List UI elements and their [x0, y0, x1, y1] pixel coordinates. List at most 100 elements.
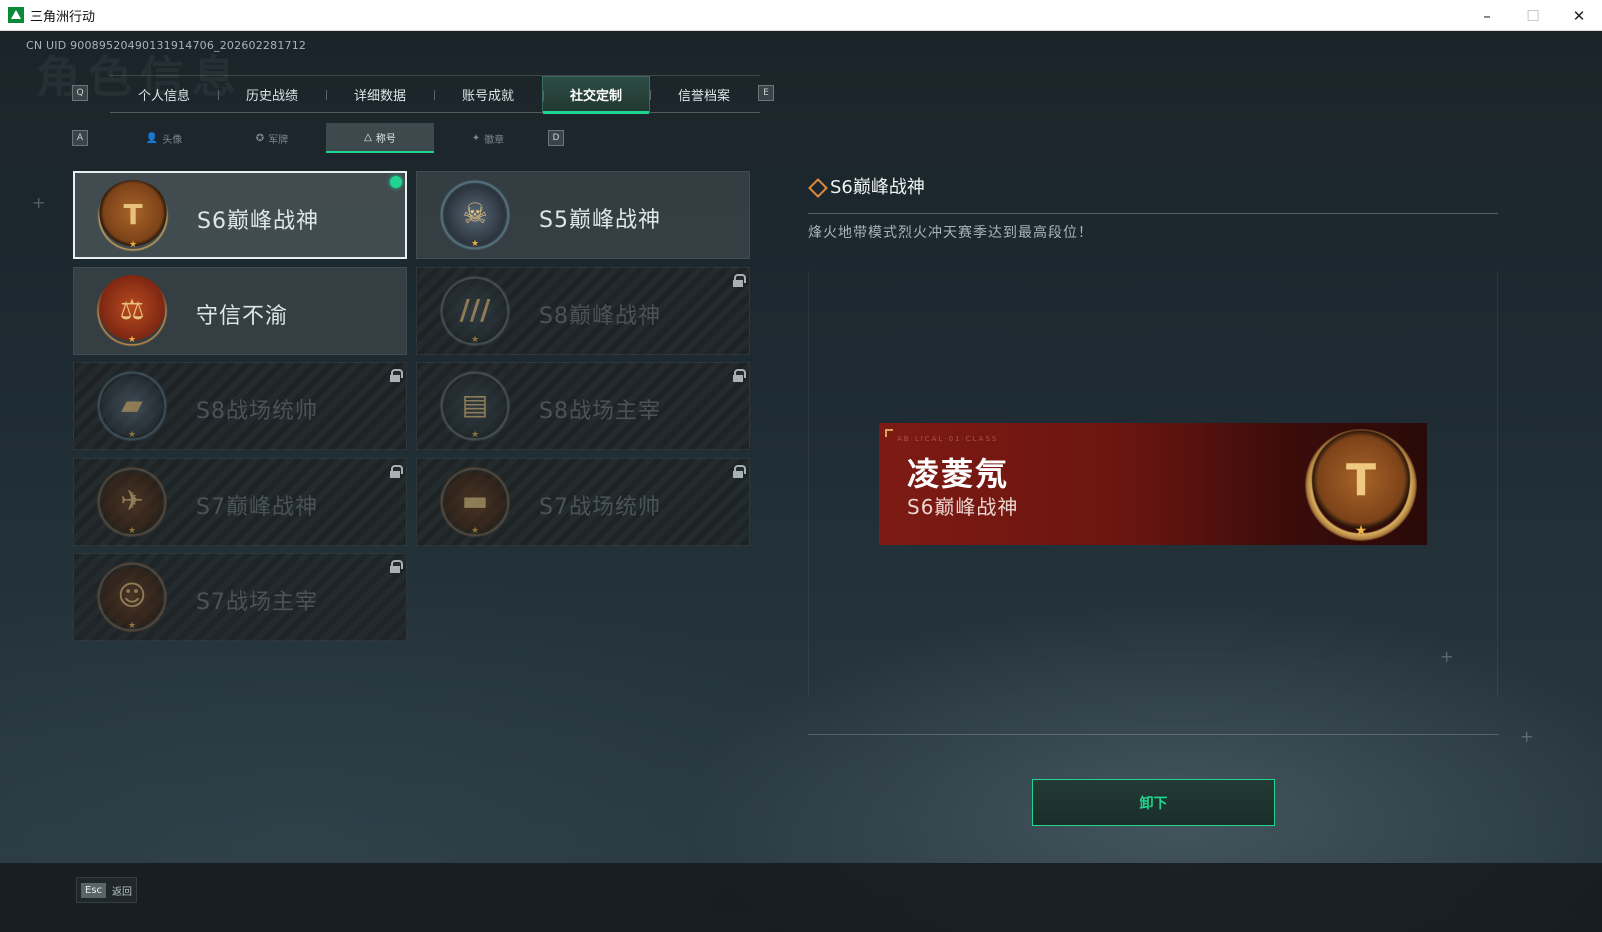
title-card[interactable]: ▬ ★ S7战场统帅 [416, 457, 750, 546]
lock-icon [733, 464, 746, 478]
subtab-1[interactable]: ✪ 军牌 [218, 123, 326, 153]
esc-key: Esc [81, 882, 107, 898]
tab-3[interactable]: 账号成就 [434, 76, 542, 113]
subtab-label: 军牌 [268, 134, 289, 146]
detail-description: 烽火地带模式烈火冲天赛季达到最高段位！ [808, 225, 1093, 241]
star-icon: ★ [470, 525, 480, 536]
badge-glyph: ▬ [461, 483, 489, 517]
lock-icon [390, 464, 403, 478]
lock-icon [733, 273, 746, 287]
tab-prev-key[interactable]: Q [72, 85, 88, 101]
maximize-button[interactable]: ☐ [1510, 0, 1556, 31]
title-card[interactable]: ▤ ★ S8战场主宰 [416, 362, 750, 450]
title-badge-icon: ⚖ ★ [96, 274, 168, 347]
lock-icon [733, 369, 746, 382]
insignia-icon: ✪ [255, 132, 265, 144]
title-label: S7战场主宰 [196, 590, 318, 615]
sub-tabs: 👤 头像 ✪ 军牌 △ 称号 ✦ 徽章 [110, 123, 542, 153]
emblem-icon: ✦ [471, 132, 481, 144]
badge-glyph: ▤ [461, 388, 489, 421]
tab-next-key[interactable]: E [758, 85, 774, 101]
title-card[interactable]: /// ★ S8巅峰战神 [416, 266, 750, 355]
lock-icon [390, 560, 403, 573]
namecard-badge-icon: T ★ [1305, 429, 1417, 541]
back-button[interactable]: Esc 返回 [76, 877, 138, 903]
badge-glyph: ☺ [117, 579, 147, 612]
subtab-next-key[interactable]: D [548, 130, 564, 146]
subtab-0[interactable]: 👤 头像 [110, 123, 218, 153]
subtab-label: 头像 [162, 134, 183, 146]
namecard-code: AB·LICAL·01·CLASS [897, 435, 999, 443]
badge-glyph: T [123, 198, 143, 231]
player-name: 凌菱氖 [907, 455, 1010, 493]
detail-header: S6巅峰战神 [808, 173, 925, 199]
title-label: S6巅峰战神 [197, 209, 319, 234]
back-label: 返回 [112, 886, 133, 898]
tab-4[interactable]: 社交定制 [542, 76, 650, 114]
subtab-3[interactable]: ✦ 徽章 [434, 123, 542, 153]
star-icon: ★ [127, 525, 137, 536]
crosshair-decoration: + [1520, 727, 1534, 746]
title-label: 守信不渝 [196, 303, 289, 329]
title-card[interactable]: T ★ S6巅峰战神 [73, 171, 407, 259]
tab-2[interactable]: 详细数据 [326, 76, 434, 113]
star-icon: ★ [470, 430, 480, 440]
crosshair-decoration: + [1440, 647, 1454, 666]
subtab-2[interactable]: △ 称号 [326, 123, 434, 153]
star-icon: ★ [470, 239, 480, 249]
star-icon: ★ [127, 621, 137, 631]
badge-glyph: ✈ [120, 483, 144, 517]
game-view: 角色信息 CN UID 9008952049013191470​6_202602… [0, 31, 1602, 932]
title-label: S8战场主宰 [539, 399, 661, 424]
star-icon: ★ [127, 430, 137, 440]
title-label: S7战场统帅 [539, 494, 661, 520]
star-icon: ★ [470, 334, 480, 345]
tab-5[interactable]: 信誉档案 [650, 76, 758, 113]
crosshair-decoration: + [32, 193, 46, 212]
badge-glyph: T [1345, 455, 1376, 506]
window-titlebar: 三角洲行动 – ☐ ✕ [0, 0, 1602, 31]
window-title: 三角洲行动 [30, 9, 96, 25]
title-card[interactable]: ☺ ★ S7战场主宰 [73, 553, 407, 641]
detail-title: S6巅峰战神 [830, 177, 925, 198]
title-card[interactable]: ▰ ★ S8战场统帅 [73, 362, 407, 450]
footer-bar [0, 863, 1602, 932]
badge-glyph: ▰ [121, 388, 143, 421]
title-badge-icon: /// ★ [439, 274, 511, 347]
title-badge-icon: ▰ ★ [96, 370, 168, 442]
title-label: S8战场统帅 [196, 399, 318, 424]
title-badge-icon: ☠ ★ [439, 179, 511, 251]
title-card[interactable]: ✈ ★ S7巅峰战神 [73, 457, 407, 546]
tab-1[interactable]: 历史战绩 [218, 76, 326, 113]
app-icon [8, 7, 24, 23]
main-tabs: 个人信息 历史战绩 详细数据 账号成就 社交定制 信誉档案 [110, 75, 760, 114]
star-icon: ★ [1354, 523, 1368, 539]
corner-mark [885, 429, 893, 437]
badge-glyph: ⚖ [119, 292, 145, 326]
title-label: S7巅峰战神 [196, 494, 318, 520]
tab-0[interactable]: 个人信息 [110, 76, 218, 113]
close-button[interactable]: ✕ [1556, 0, 1602, 31]
diamond-icon [808, 178, 824, 194]
title-badge-icon: ✈ ★ [96, 465, 168, 538]
divider [808, 734, 1498, 735]
namecard-title: S6巅峰战神 [907, 495, 1019, 519]
equipped-indicator-icon [390, 176, 402, 188]
subtab-label: 称号 [375, 133, 396, 145]
title-icon: △ [364, 131, 372, 143]
star-icon: ★ [128, 240, 138, 250]
subtab-prev-key[interactable]: A [72, 130, 88, 146]
minimize-button[interactable]: – [1464, 0, 1510, 31]
lock-icon [390, 369, 403, 382]
title-card[interactable]: ☠ ★ S5巅峰战神 [416, 171, 750, 259]
uid-label: CN UID 9008952049013191470​6_20260228171… [26, 39, 307, 52]
unequip-button[interactable]: 卸下 [1032, 779, 1275, 826]
title-badge-icon: ▬ ★ [439, 465, 511, 538]
title-badge-icon: ☺ ★ [96, 561, 168, 633]
title-badge-icon: ▤ ★ [439, 370, 511, 442]
title-badge-icon: T ★ [97, 180, 169, 252]
person-icon: 👤 [145, 132, 159, 144]
namecard-preview: AB·LICAL·01·CLASS 凌菱氖 S6巅峰战神 T ★ [879, 423, 1427, 545]
badge-glyph: /// [459, 292, 491, 326]
title-card[interactable]: ⚖ ★ 守信不渝 [73, 266, 407, 355]
